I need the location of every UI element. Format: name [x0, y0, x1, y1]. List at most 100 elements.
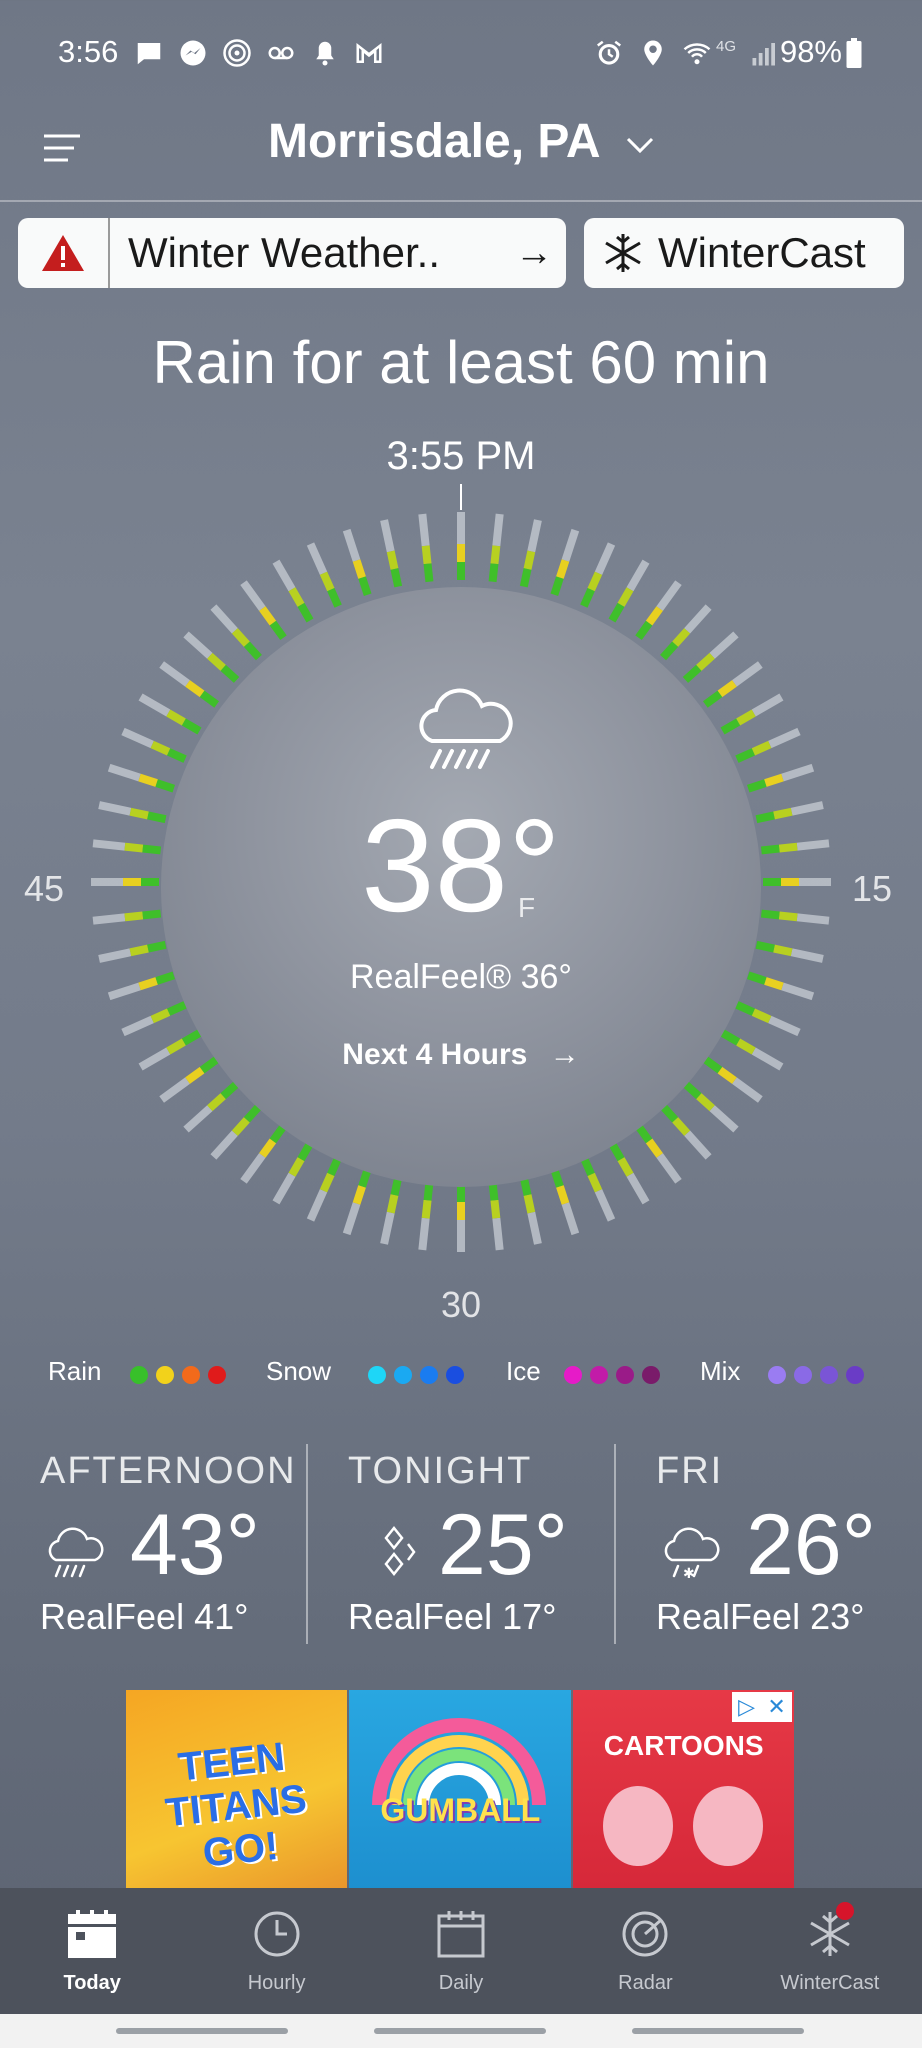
ad-choices-icon[interactable]: ▷: [738, 1694, 755, 1720]
ad-panel-looney-tunes[interactable]: CARTOONS ▷ ✕: [572, 1690, 794, 1890]
messenger-icon: [180, 40, 206, 66]
arrow-right-icon: →: [549, 1038, 580, 1071]
status-time: 3:56: [58, 34, 119, 69]
calendar-icon: [437, 1911, 485, 1958]
forecast-realfeel: RealFeel 17°: [348, 1596, 557, 1637]
forecast-tonight[interactable]: TONIGHT 25° RealFeel 17°: [348, 1440, 648, 1650]
chevron-down-icon: [626, 137, 654, 153]
legend-dot: [182, 1366, 200, 1384]
legend-dot: [446, 1366, 464, 1384]
minute-segment: [720, 693, 784, 735]
minute-segment: [121, 1001, 187, 1037]
forecast-realfeel: RealFeel 23°: [656, 1596, 865, 1637]
forecast-label: AFTERNOON: [40, 1450, 297, 1492]
legend-rain-dots: [130, 1366, 226, 1384]
status-bar: 3:56 4G 98%: [0, 0, 922, 100]
minutecast-headline: Rain for at least 60 min: [152, 329, 770, 396]
minute-segment: [608, 559, 650, 623]
minute-segment: [488, 1181, 504, 1251]
bottom-nav: Today Hourly Daily Radar WinterCast: [0, 1888, 922, 2014]
forecast-temp: 43°: [130, 1497, 261, 1593]
ad-character: [692, 1786, 763, 1866]
alert-label: Winter Weather..: [128, 229, 441, 276]
minute-segment: [418, 513, 434, 583]
minute-segment: [635, 1123, 682, 1184]
voicemail-icon: [268, 46, 294, 60]
ad-choices[interactable]: ▷ ✕: [731, 1692, 792, 1722]
minute-segment: [306, 1156, 342, 1222]
minute-segment: [418, 1181, 434, 1251]
nav-today[interactable]: Today: [0, 1888, 184, 2014]
gauge-time: 3:55 PM: [386, 434, 536, 478]
forecast-afternoon[interactable]: AFTERNOON 43° RealFeel 41°: [40, 1440, 340, 1650]
minute-segment: [210, 1103, 262, 1160]
nav-hourly[interactable]: Hourly: [184, 1888, 368, 2014]
forecast-label: FRI: [656, 1450, 724, 1492]
nav-wintercast[interactable]: WinterCast: [738, 1888, 922, 2014]
snowflake-icon: [605, 234, 641, 272]
rain-cloud-icon: [419, 688, 513, 769]
location-icon: [644, 40, 662, 66]
nav-label: Radar: [618, 1972, 673, 1994]
gmail-icon: [356, 42, 382, 63]
location-name: Morrisdale, PA: [267, 115, 599, 168]
sleet-icon: [384, 1525, 416, 1577]
forecast-temp: 26°: [746, 1497, 877, 1593]
ad-panel-gumball[interactable]: GUMBALL: [349, 1690, 571, 1890]
legend-dot: [420, 1366, 438, 1384]
minute-segment: [380, 1176, 403, 1245]
system-nav-bar: [0, 2014, 922, 2048]
legend-snow-label: Snow: [266, 1356, 332, 1386]
minute-segment: [183, 1081, 240, 1133]
minute-segment: [519, 1176, 542, 1245]
radar-icon: [622, 1911, 668, 1957]
legend-dot: [590, 1366, 608, 1384]
back-handle[interactable]: [632, 2028, 804, 2034]
alarm-icon: [597, 40, 621, 65]
legend-snow-dots: [368, 1366, 464, 1384]
location-selector[interactable]: Morrisdale, PA: [0, 114, 922, 169]
snow-rain-icon: ✱: [664, 1527, 720, 1582]
arrow-right-icon: →: [515, 231, 553, 274]
forecast-realfeel: RealFeel 41°: [40, 1596, 249, 1637]
minute-segment: [272, 559, 314, 623]
system-icons: 4G: [594, 38, 780, 68]
next-hours-label: Next 4 Hours: [342, 1038, 528, 1071]
nav-label: WinterCast: [780, 1972, 880, 1994]
minute-segment: [682, 1081, 739, 1133]
minute-segment: [272, 1141, 314, 1205]
current-temperature: 38°: [361, 792, 561, 939]
recent-apps-handle[interactable]: [116, 2028, 288, 2034]
legend-dot: [616, 1366, 634, 1384]
minute-segment: [755, 940, 824, 963]
notification-icons: [134, 38, 384, 68]
legend-dot: [642, 1366, 660, 1384]
nav-daily[interactable]: Daily: [369, 1888, 553, 2014]
warning-icon: [18, 218, 110, 288]
legend-dot: [846, 1366, 864, 1384]
forecast-fri[interactable]: FRI ✱ 26° RealFeel 23°: [656, 1440, 922, 1650]
legend-dot: [368, 1366, 386, 1384]
legend-mix-dots: [768, 1366, 864, 1384]
network-type: 4G: [716, 37, 737, 55]
minute-segment: [735, 1001, 801, 1037]
nav-radar[interactable]: Radar: [553, 1888, 737, 2014]
close-icon[interactable]: ✕: [767, 1694, 785, 1720]
forecast-temp: 25°: [438, 1497, 569, 1593]
ad-panel-title: GUMBALL: [380, 1792, 541, 1828]
legend-dot: [394, 1366, 412, 1384]
nav-label: Daily: [438, 1972, 484, 1994]
home-handle[interactable]: [374, 2028, 546, 2034]
wintercast-button[interactable]: WinterCast: [584, 218, 904, 288]
winter-weather-alert-button[interactable]: Winter Weather.. →: [18, 218, 566, 288]
current-realfeel: RealFeel® 36°: [350, 958, 572, 996]
minute-segment: [138, 693, 202, 735]
minute-segment: [240, 580, 287, 641]
ad-panel-teen-titans[interactable]: TEEN TITANS GO!: [126, 1690, 348, 1890]
notification-badge: [835, 1902, 854, 1920]
legend-mix-label: Mix: [700, 1356, 741, 1386]
ad-banner[interactable]: TEEN TITANS GO! GUMBALL CARTOONS ▷ ✕: [126, 1690, 796, 1890]
minute-segment: [380, 519, 403, 588]
next-hours-link[interactable]: Next 4 Hours →: [0, 1038, 922, 1072]
minute-segment: [306, 542, 342, 608]
